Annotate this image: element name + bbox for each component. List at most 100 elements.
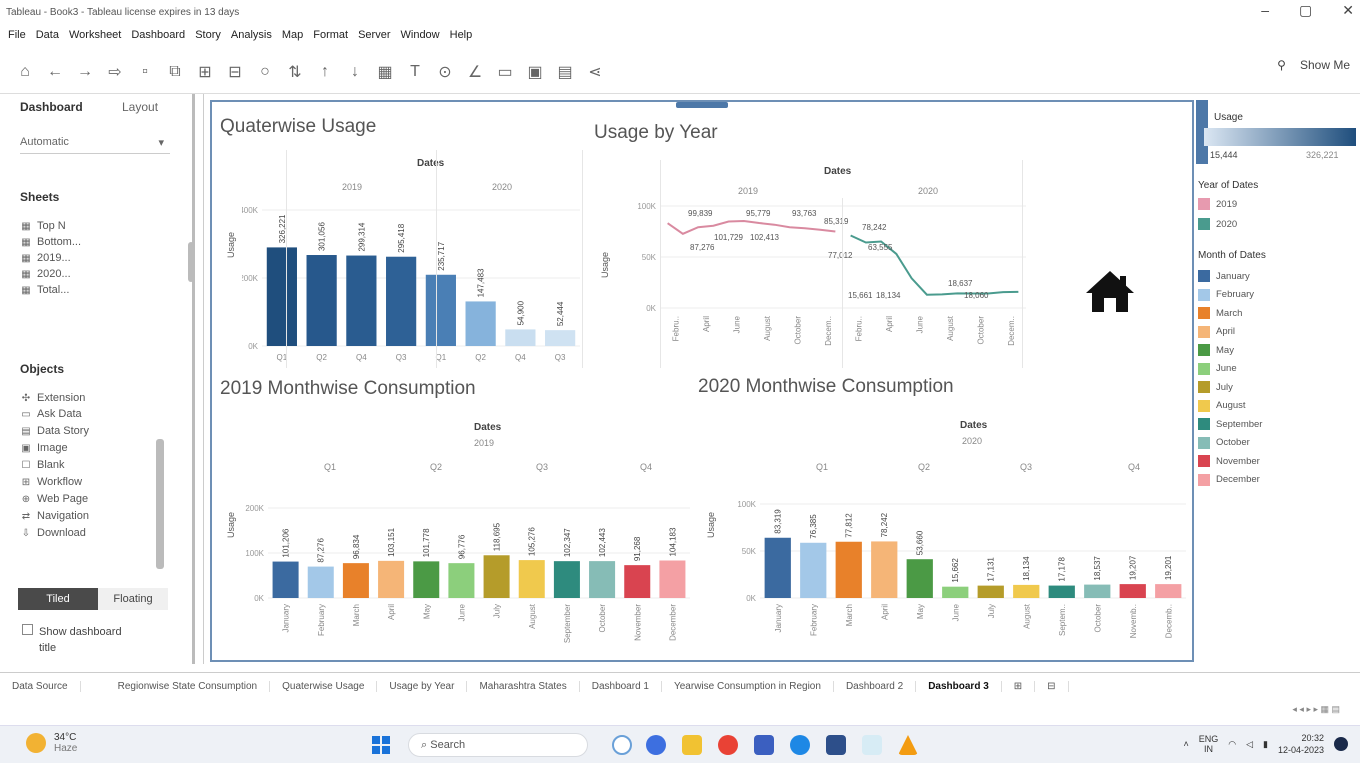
month-legend-item[interactable]: May (1198, 344, 1234, 356)
sort-desc-icon[interactable]: ↓ (346, 63, 364, 81)
m2020-bar[interactable] (764, 537, 791, 598)
language-indicator[interactable]: ENG IN (1199, 734, 1219, 754)
back-icon[interactable]: ← (46, 63, 64, 81)
m2019-bar[interactable] (589, 561, 616, 598)
object-navigation[interactable]: ⇄ Navigation (20, 510, 89, 522)
tiled-button[interactable]: Tiled (18, 588, 98, 610)
wifi-icon[interactable]: ◠ (1228, 739, 1236, 750)
vlc-icon[interactable] (898, 735, 918, 755)
m2020-bar[interactable] (1048, 585, 1075, 598)
tab-data-source[interactable]: Data Source (0, 681, 81, 692)
close-icon[interactable]: ✕ (1342, 2, 1354, 19)
tab-maharashtra[interactable]: Maharashtra States (467, 681, 580, 692)
tab-dashboard-2[interactable]: Dashboard 2 (834, 681, 917, 692)
m2019-bar[interactable] (342, 563, 369, 598)
m2020-bar[interactable] (1084, 584, 1111, 598)
new-worksheet-icon[interactable]: ⊞ (1002, 681, 1036, 692)
weather-widget[interactable]: 34°C Haze (26, 732, 77, 754)
clock[interactable]: 20:32 12-04-2023 (1278, 732, 1324, 756)
m2019-bar[interactable] (483, 555, 510, 598)
month-legend-item[interactable]: February (1198, 288, 1254, 301)
fit-icon[interactable]: ▭ (496, 62, 514, 82)
object-data-story[interactable]: ▤ Data Story (20, 425, 89, 437)
sheet-item[interactable]: ▦ 2019... (20, 252, 70, 264)
m2020-bar[interactable] (1119, 584, 1146, 598)
maximize-icon[interactable]: ▢ (1299, 2, 1312, 19)
m2019-bar[interactable] (659, 560, 686, 598)
sheet-item[interactable]: ▦ Total... (20, 284, 69, 296)
menu-data[interactable]: Data (36, 29, 59, 41)
m2020-bar[interactable] (906, 559, 933, 598)
redo-icon[interactable]: ⇨ (106, 62, 124, 82)
quarter-bar[interactable] (306, 255, 337, 346)
year-legend-item[interactable]: 2019 (1198, 198, 1237, 210)
m2019-bar[interactable] (518, 560, 545, 598)
tooltip-icon[interactable]: ▤ (556, 62, 574, 82)
month-legend-item[interactable]: June (1198, 362, 1237, 375)
clear-icon[interactable]: ○ (256, 63, 274, 81)
home-icon[interactable] (1082, 268, 1138, 316)
swap-icon[interactable]: ⇅ (286, 62, 304, 82)
tab-usage-by-year[interactable]: Usage by Year (377, 681, 468, 692)
month-legend-item[interactable]: April (1198, 325, 1235, 338)
store-icon[interactable] (754, 735, 774, 755)
chevron-up-icon[interactable]: ˄ (1183, 739, 1188, 749)
menu-window[interactable]: Window (401, 29, 440, 41)
presentation-icon[interactable]: ▣ (526, 62, 544, 82)
sheet-item[interactable]: ▦ Top N (20, 220, 65, 232)
tab-regionwise[interactable]: Regionwise State Consumption (106, 681, 271, 692)
checkbox-icon[interactable] (22, 624, 33, 635)
panel-divider[interactable] (192, 94, 195, 664)
m2020-bar[interactable] (942, 586, 969, 598)
new-dashboard-icon[interactable]: ⊟ (1035, 681, 1069, 692)
label-icon[interactable]: T (406, 63, 424, 81)
sheet-item[interactable]: ▦ 2020... (20, 268, 70, 280)
m2019-bar[interactable] (272, 561, 299, 598)
edge-icon[interactable] (790, 735, 810, 755)
month-legend-item[interactable]: September (1198, 418, 1262, 430)
chrome-icon[interactable] (718, 735, 738, 755)
tab-quaterwise[interactable]: Quaterwise Usage (270, 681, 378, 692)
menu-map[interactable]: Map (282, 29, 303, 41)
chat-app-icon[interactable] (646, 735, 666, 755)
new-datasource-icon[interactable]: ⧉ (166, 63, 184, 81)
duplicate-icon[interactable]: ⊟ (226, 62, 244, 82)
month-legend-item[interactable]: August (1198, 399, 1246, 412)
menu-server[interactable]: Server (358, 29, 390, 41)
quarter-bar[interactable] (505, 329, 536, 346)
file-explorer-icon[interactable] (682, 735, 702, 755)
share-icon[interactable]: ⋖ (586, 62, 604, 82)
objects-scrollbar[interactable] (156, 439, 164, 569)
object-ask-data[interactable]: ▭ Ask Data (20, 408, 81, 420)
m2019-bar[interactable] (553, 561, 580, 598)
menu-dashboard[interactable]: Dashboard (131, 29, 185, 41)
month-legend-item[interactable]: March (1198, 307, 1242, 319)
series-line-2019[interactable] (667, 219, 836, 235)
tableau-icon[interactable] (826, 735, 846, 755)
m2019-bar[interactable] (307, 566, 334, 598)
object-blank[interactable]: ☐ Blank (20, 459, 65, 471)
save-icon[interactable]: ▫ (136, 63, 154, 81)
object-download[interactable]: ⇩ Download (20, 527, 86, 539)
month-legend-item[interactable]: December (1198, 473, 1260, 486)
menu-file[interactable]: File (8, 29, 26, 41)
minimize-icon[interactable]: – (1261, 2, 1269, 19)
m2019-bar[interactable] (624, 565, 651, 598)
year-legend-item[interactable]: 2020 (1198, 218, 1237, 230)
sheet-item[interactable]: ▦ Bottom... (20, 236, 81, 248)
new-sheet-icon[interactable]: ⊞ (196, 62, 214, 82)
battery-icon[interactable]: ▮ (1263, 739, 1268, 750)
m2020-bar[interactable] (977, 585, 1004, 598)
menu-story[interactable]: Story (195, 29, 221, 41)
month-legend-item[interactable]: November (1198, 455, 1260, 467)
sort-asc-icon[interactable]: ↑ (316, 63, 334, 81)
object-web-page[interactable]: ⊕ Web Page (20, 493, 88, 505)
volume-icon[interactable]: ◁ (1246, 739, 1253, 750)
tab-dashboard[interactable]: Dashboard (20, 100, 83, 114)
home-icon[interactable]: ⌂ (16, 63, 34, 81)
tab-dashboard-1[interactable]: Dashboard 1 (580, 681, 662, 692)
m2019-bar[interactable] (413, 561, 440, 598)
highlight-icon[interactable]: ∠ (466, 62, 484, 82)
month-legend-item[interactable]: July (1198, 381, 1233, 393)
menu-help[interactable]: Help (450, 29, 473, 41)
